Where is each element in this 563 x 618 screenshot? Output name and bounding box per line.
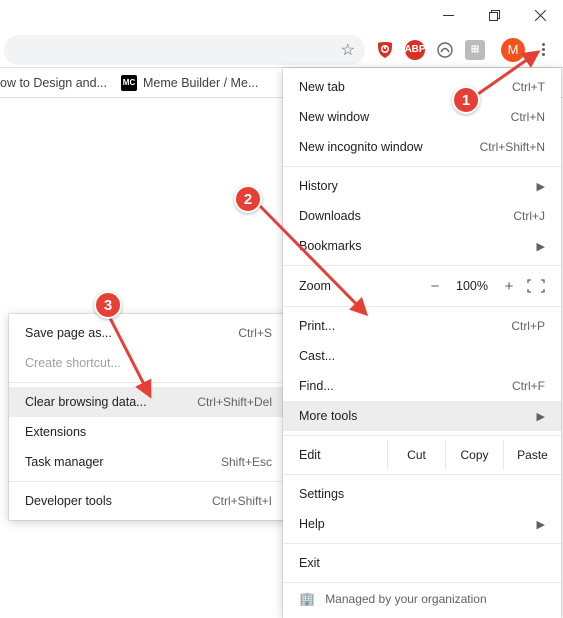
toolbar: ☆ ABP ⊞ M xyxy=(0,32,563,68)
menu-more-tools[interactable]: More tools▶ xyxy=(283,401,561,431)
menu-separator xyxy=(283,474,561,475)
adblock-icon[interactable]: ABP xyxy=(405,40,425,60)
menu-find[interactable]: Find...Ctrl+F xyxy=(283,371,561,401)
menu-new-incognito[interactable]: New incognito windowCtrl+Shift+N xyxy=(283,132,561,162)
menu-print[interactable]: Print...Ctrl+P xyxy=(283,311,561,341)
address-bar[interactable]: ☆ xyxy=(4,35,365,65)
menu-edit: Edit Cut Copy Paste xyxy=(283,440,561,470)
favicon-icon: MC xyxy=(121,75,137,91)
more-tools-submenu: Save page as...Ctrl+S Create shortcut...… xyxy=(9,314,288,520)
building-icon: 🏢 xyxy=(299,591,315,607)
avatar-initial: M xyxy=(508,42,519,57)
menu-new-tab[interactable]: New tabCtrl+T xyxy=(283,72,561,102)
menu-settings[interactable]: Settings xyxy=(283,479,561,509)
callout-2: 2 xyxy=(234,185,262,213)
edit-copy[interactable]: Copy xyxy=(445,440,503,470)
menu-separator xyxy=(283,265,561,266)
menu-bookmarks[interactable]: Bookmarks▶ xyxy=(283,231,561,261)
menu-cast[interactable]: Cast... xyxy=(283,341,561,371)
window-controls xyxy=(425,0,563,30)
extension-icon[interactable]: ⊞ xyxy=(465,40,485,60)
bookmark-label: ow to Design and... xyxy=(0,76,107,90)
menu-separator xyxy=(283,306,561,307)
chevron-right-icon: ▶ xyxy=(537,180,545,193)
managed-by-org[interactable]: 🏢 Managed by your organization xyxy=(283,582,561,614)
chevron-right-icon: ▶ xyxy=(537,410,545,423)
submenu-create-shortcut: Create shortcut... xyxy=(9,348,288,378)
menu-separator xyxy=(9,382,288,383)
bookmark-label: Meme Builder / Me... xyxy=(143,76,258,90)
submenu-save-page[interactable]: Save page as...Ctrl+S xyxy=(9,318,288,348)
menu-separator xyxy=(9,481,288,482)
menu-separator xyxy=(283,543,561,544)
menu-exit[interactable]: Exit xyxy=(283,548,561,578)
bookmark-item[interactable]: ow to Design and... xyxy=(0,76,107,90)
chrome-menu-button[interactable] xyxy=(531,38,555,62)
menu-history[interactable]: History▶ xyxy=(283,171,561,201)
menu-downloads[interactable]: DownloadsCtrl+J xyxy=(283,201,561,231)
chrome-main-menu: New tabCtrl+T New windowCtrl+N New incog… xyxy=(283,68,561,618)
menu-new-window[interactable]: New windowCtrl+N xyxy=(283,102,561,132)
menu-separator xyxy=(283,435,561,436)
zoom-out-button[interactable]: − xyxy=(427,278,443,295)
menu-separator xyxy=(283,166,561,167)
ublock-icon[interactable] xyxy=(375,40,395,60)
chevron-right-icon: ▶ xyxy=(537,240,545,253)
maximize-button[interactable] xyxy=(471,0,517,30)
profile-avatar[interactable]: M xyxy=(501,38,525,62)
menu-help[interactable]: Help▶ xyxy=(283,509,561,539)
close-button[interactable] xyxy=(517,0,563,30)
menu-zoom: Zoom − 100% + xyxy=(283,270,561,302)
submenu-task-manager[interactable]: Task managerShift+Esc xyxy=(9,447,288,477)
extension-icon[interactable] xyxy=(435,40,455,60)
zoom-value: 100% xyxy=(453,279,491,293)
bookmark-star-icon[interactable]: ☆ xyxy=(341,40,355,60)
extension-icons: ABP ⊞ xyxy=(375,40,485,60)
edit-paste[interactable]: Paste xyxy=(503,440,561,470)
bookmark-item[interactable]: MC Meme Builder / Me... xyxy=(121,75,258,91)
callout-1: 1 xyxy=(452,86,480,114)
submenu-extensions[interactable]: Extensions xyxy=(9,417,288,447)
edit-cut[interactable]: Cut xyxy=(387,440,445,470)
zoom-in-button[interactable]: + xyxy=(501,278,517,295)
callout-3: 3 xyxy=(94,291,122,319)
submenu-developer-tools[interactable]: Developer toolsCtrl+Shift+I xyxy=(9,486,288,516)
minimize-button[interactable] xyxy=(425,0,471,30)
submenu-clear-browsing-data[interactable]: Clear browsing data...Ctrl+Shift+Del xyxy=(9,387,288,417)
fullscreen-icon[interactable] xyxy=(527,279,545,293)
